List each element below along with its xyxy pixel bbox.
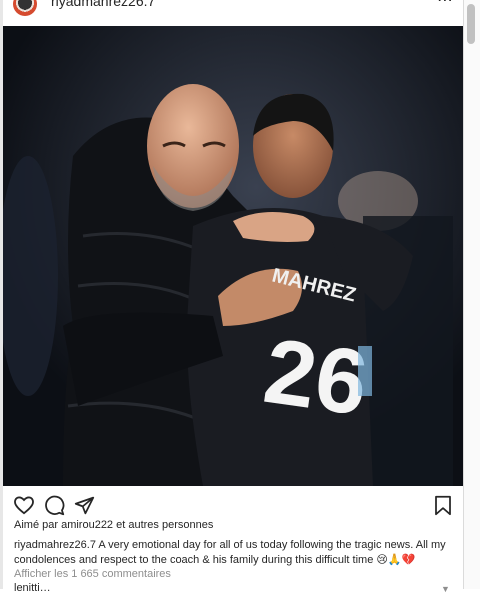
scroll-down-icon[interactable]: ▼ xyxy=(441,584,450,594)
heart-icon[interactable] xyxy=(13,495,35,520)
post-photo-illustration: MAHREZ 26 xyxy=(3,26,463,486)
post-caption: riyadmahrez26.7 A very emotional day for… xyxy=(14,538,454,568)
page-scrollbar[interactable] xyxy=(463,0,480,589)
comment-preview: lenitti… xyxy=(14,582,51,594)
jersey-number: 26 xyxy=(258,320,374,435)
likes-text[interactable]: Aimé par amirou222 et autres personnes xyxy=(14,519,213,531)
post-photo[interactable]: MAHREZ 26 xyxy=(3,26,463,486)
post-actions xyxy=(3,487,463,519)
caption-username[interactable]: riyadmahrez26.7 xyxy=(14,539,96,551)
more-options-icon[interactable]: ⋯ xyxy=(437,0,454,10)
comment-icon[interactable] xyxy=(44,495,65,521)
post-header: riyadmahrez26.7 ⋯ xyxy=(3,0,463,26)
scrollbar-thumb[interactable] xyxy=(467,4,475,44)
post-username[interactable]: riyadmahrez26.7 xyxy=(51,0,155,9)
view-comments-link[interactable]: Afficher les 1 665 commentaires xyxy=(14,568,171,580)
share-icon[interactable] xyxy=(74,495,95,521)
avatar[interactable] xyxy=(13,0,37,16)
bookmark-icon[interactable] xyxy=(434,495,452,521)
